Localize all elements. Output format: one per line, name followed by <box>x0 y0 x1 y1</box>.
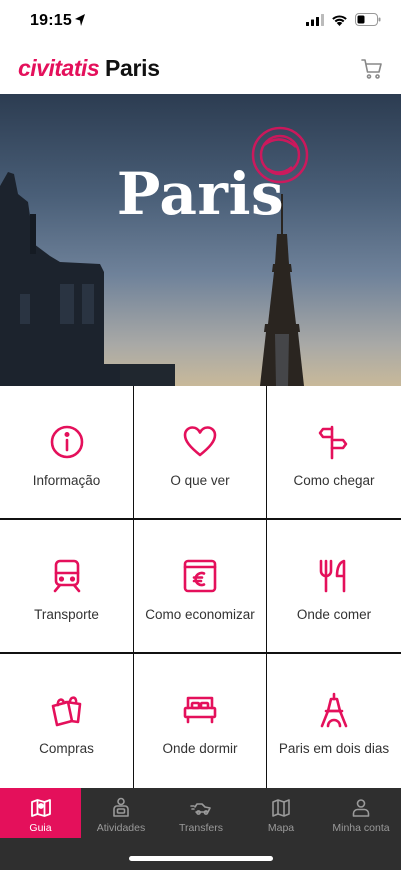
tile-como-economizar[interactable]: Como economizar <box>134 520 266 652</box>
shopping-bags-icon <box>51 696 81 727</box>
tile-paris-em-dois-dias[interactable]: Paris em dois dias <box>267 654 401 788</box>
tile-label: Paris em dois dias <box>278 741 390 756</box>
paris-skyline-image <box>0 172 304 386</box>
tile-informacao[interactable]: Informação <box>0 386 133 518</box>
tile-label: Como economizar <box>145 607 255 622</box>
activities-icon <box>113 797 129 817</box>
nav-label: Atividades <box>96 822 146 834</box>
tile-compras[interactable]: Compras <box>0 654 133 788</box>
map-icon <box>30 799 51 817</box>
tile-como-chegar[interactable]: Como chegar <box>267 386 401 518</box>
tile-onde-dormir[interactable]: Onde dormir <box>134 654 266 788</box>
train-icon <box>53 559 80 593</box>
euro-wallet-icon <box>183 559 217 593</box>
tile-label: Transporte <box>34 607 99 622</box>
nav-mapa[interactable]: Mapa <box>241 788 321 838</box>
tile-label: Informação <box>32 473 101 488</box>
civitatis-stamp-logo <box>251 126 309 184</box>
signal-icon <box>306 13 324 26</box>
location-arrow-icon <box>75 14 85 26</box>
car-transfer-icon <box>190 803 211 815</box>
tile-transporte[interactable]: Transporte <box>0 520 133 652</box>
wifi-icon <box>332 14 347 26</box>
city-title: Paris <box>105 55 160 81</box>
tile-label: O que ver <box>170 473 230 488</box>
tile-onde-comer[interactable]: Onde comer <box>267 520 401 652</box>
cutlery-icon <box>319 559 346 593</box>
nav-label: Guia <box>29 822 52 834</box>
app-header: civitatis Paris <box>0 44 401 94</box>
hero-title: Paris <box>116 160 285 228</box>
status-indicators <box>306 13 381 26</box>
nav-label: Minha conta <box>332 822 390 834</box>
nav-atividades[interactable]: Atividades <box>81 788 161 838</box>
tile-label: Compras <box>39 741 94 756</box>
hero-banner: Paris <box>0 94 401 386</box>
status-time: 19:15 <box>30 12 72 29</box>
nav-guia[interactable]: Guia <box>0 788 81 838</box>
cart-icon[interactable] <box>361 58 383 80</box>
tile-label: Como chegar <box>293 473 375 488</box>
status-bar: 19:15 <box>0 0 401 44</box>
guide-sections-grid: Informação O que ver Como chegar Transpo… <box>0 386 401 788</box>
heart-icon <box>183 426 217 457</box>
map-fold-icon <box>272 799 290 817</box>
eiffel-tower-icon <box>320 692 348 728</box>
signpost-icon <box>318 425 348 460</box>
brand-logo[interactable]: civitatis <box>18 55 100 82</box>
nav-minha-conta[interactable]: Minha conta <box>321 788 401 838</box>
nav-transfers[interactable]: Transfers <box>161 788 241 838</box>
tile-o-que-ver[interactable]: O que ver <box>134 386 266 518</box>
tile-label: Onde dormir <box>162 741 238 756</box>
bed-icon <box>183 696 217 724</box>
nav-label: Transfers <box>179 822 223 834</box>
battery-icon <box>355 13 381 26</box>
user-icon <box>352 799 370 817</box>
tile-label: Onde comer <box>296 607 372 622</box>
info-icon <box>50 425 83 459</box>
home-indicator[interactable] <box>129 856 273 861</box>
nav-label: Mapa <box>267 822 295 834</box>
